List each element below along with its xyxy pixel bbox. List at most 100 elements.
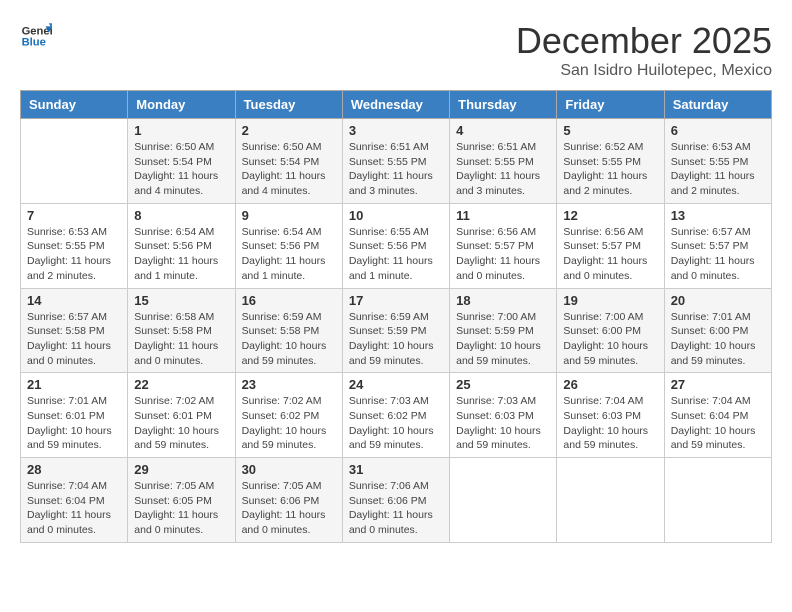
day-info: Sunrise: 7:02 AM Sunset: 6:01 PM Dayligh… [134, 394, 228, 453]
day-number: 1 [134, 123, 228, 138]
day-info: Sunrise: 6:54 AM Sunset: 5:56 PM Dayligh… [242, 225, 336, 284]
day-info: Sunrise: 7:03 AM Sunset: 6:02 PM Dayligh… [349, 394, 443, 453]
calendar-cell [557, 458, 664, 543]
day-info: Sunrise: 7:00 AM Sunset: 5:59 PM Dayligh… [456, 310, 550, 369]
day-number: 11 [456, 208, 550, 223]
day-number: 23 [242, 377, 336, 392]
day-info: Sunrise: 6:59 AM Sunset: 5:58 PM Dayligh… [242, 310, 336, 369]
day-info: Sunrise: 6:59 AM Sunset: 5:59 PM Dayligh… [349, 310, 443, 369]
day-info: Sunrise: 6:56 AM Sunset: 5:57 PM Dayligh… [456, 225, 550, 284]
title-area: December 2025 San Isidro Huilotepec, Mex… [516, 20, 772, 80]
calendar-cell: 20 Sunrise: 7:01 AM Sunset: 6:00 PM Dayli… [664, 288, 771, 373]
day-number: 16 [242, 293, 336, 308]
day-number: 8 [134, 208, 228, 223]
calendar-cell: 12 Sunrise: 6:56 AM Sunset: 5:57 PM Dayli… [557, 203, 664, 288]
calendar-cell: 19 Sunrise: 7:00 AM Sunset: 6:00 PM Dayli… [557, 288, 664, 373]
day-info: Sunrise: 7:01 AM Sunset: 6:01 PM Dayligh… [27, 394, 121, 453]
calendar-cell: 28Sunrise: 7:04 AM Sunset: 6:04 PM Dayli… [21, 458, 128, 543]
calendar-cell: 3 Sunrise: 6:51 AM Sunset: 5:55 PM Daylig… [342, 119, 449, 204]
day-info: Sunrise: 7:03 AM Sunset: 6:03 PM Dayligh… [456, 394, 550, 453]
day-info: Sunrise: 6:53 AM Sunset: 5:55 PM Dayligh… [671, 140, 765, 199]
svg-text:Blue: Blue [22, 37, 46, 49]
day-number: 28 [27, 462, 121, 477]
day-info: Sunrise: 6:51 AM Sunset: 5:55 PM Dayligh… [456, 140, 550, 199]
day-number: 29 [134, 462, 228, 477]
calendar-cell: 21 Sunrise: 7:01 AM Sunset: 6:01 PM Dayli… [21, 373, 128, 458]
day-number: 19 [563, 293, 657, 308]
day-number: 31 [349, 462, 443, 477]
day-number: 14 [27, 293, 121, 308]
day-info: Sunrise: 6:50 AM Sunset: 5:54 PM Dayligh… [242, 140, 336, 199]
calendar-cell: 2 Sunrise: 6:50 AM Sunset: 5:54 PM Daylig… [235, 119, 342, 204]
day-number: 2 [242, 123, 336, 138]
day-number: 20 [671, 293, 765, 308]
calendar-cell: 25 Sunrise: 7:03 AM Sunset: 6:03 PM Dayli… [450, 373, 557, 458]
day-number: 12 [563, 208, 657, 223]
day-info: Sunrise: 7:00 AM Sunset: 6:00 PM Dayligh… [563, 310, 657, 369]
calendar-cell: 7 Sunrise: 6:53 AM Sunset: 5:55 PM Daylig… [21, 203, 128, 288]
day-number: 3 [349, 123, 443, 138]
calendar-cell: 11 Sunrise: 6:56 AM Sunset: 5:57 PM Dayli… [450, 203, 557, 288]
day-number: 18 [456, 293, 550, 308]
day-number: 30 [242, 462, 336, 477]
location-title: San Isidro Huilotepec, Mexico [516, 62, 772, 80]
day-info: Sunrise: 7:04 AM Sunset: 6:03 PM Dayligh… [563, 394, 657, 453]
calendar-cell: 14 Sunrise: 6:57 AM Sunset: 5:58 PM Dayli… [21, 288, 128, 373]
day-info: Sunrise: 6:57 AM Sunset: 5:57 PM Dayligh… [671, 225, 765, 284]
calendar-cell: 8 Sunrise: 6:54 AM Sunset: 5:56 PM Daylig… [128, 203, 235, 288]
day-number: 25 [456, 377, 550, 392]
calendar-cell: 4Sunrise: 6:51 AM Sunset: 5:55 PM Daylig… [450, 119, 557, 204]
calendar-week-row: 21 Sunrise: 7:01 AM Sunset: 6:01 PM Dayli… [21, 373, 772, 458]
day-of-week-header: Thursday [450, 91, 557, 119]
day-number: 6 [671, 123, 765, 138]
calendar-cell: 10 Sunrise: 6:55 AM Sunset: 5:56 PM Dayli… [342, 203, 449, 288]
day-info: Sunrise: 7:01 AM Sunset: 6:00 PM Dayligh… [671, 310, 765, 369]
month-title: December 2025 [516, 20, 772, 62]
logo: General Blue [20, 20, 52, 52]
calendar-cell: 27Sunrise: 7:04 AM Sunset: 6:04 PM Dayli… [664, 373, 771, 458]
day-number: 15 [134, 293, 228, 308]
calendar-cell: 30 Sunrise: 7:05 AM Sunset: 6:06 PM Dayli… [235, 458, 342, 543]
day-of-week-header: Tuesday [235, 91, 342, 119]
calendar-cell: 31Sunrise: 7:06 AM Sunset: 6:06 PM Dayli… [342, 458, 449, 543]
day-of-week-header: Sunday [21, 91, 128, 119]
calendar-cell: 29 Sunrise: 7:05 AM Sunset: 6:05 PM Dayli… [128, 458, 235, 543]
calendar-cell: 17Sunrise: 6:59 AM Sunset: 5:59 PM Dayli… [342, 288, 449, 373]
day-number: 9 [242, 208, 336, 223]
day-info: Sunrise: 7:02 AM Sunset: 6:02 PM Dayligh… [242, 394, 336, 453]
day-number: 5 [563, 123, 657, 138]
day-info: Sunrise: 6:53 AM Sunset: 5:55 PM Dayligh… [27, 225, 121, 284]
day-info: Sunrise: 6:57 AM Sunset: 5:58 PM Dayligh… [27, 310, 121, 369]
day-number: 10 [349, 208, 443, 223]
day-number: 21 [27, 377, 121, 392]
day-number: 26 [563, 377, 657, 392]
logo-icon: General Blue [20, 20, 52, 52]
calendar-cell: 26 Sunrise: 7:04 AM Sunset: 6:03 PM Dayli… [557, 373, 664, 458]
calendar-cell: 18 Sunrise: 7:00 AM Sunset: 5:59 PM Dayli… [450, 288, 557, 373]
calendar-header-row: SundayMondayTuesdayWednesdayThursdayFrid… [21, 91, 772, 119]
day-info: Sunrise: 7:05 AM Sunset: 6:06 PM Dayligh… [242, 479, 336, 538]
day-of-week-header: Wednesday [342, 91, 449, 119]
calendar-cell: 1 Sunrise: 6:50 AM Sunset: 5:54 PM Daylig… [128, 119, 235, 204]
day-info: Sunrise: 6:55 AM Sunset: 5:56 PM Dayligh… [349, 225, 443, 284]
calendar-cell: 6 Sunrise: 6:53 AM Sunset: 5:55 PM Daylig… [664, 119, 771, 204]
calendar-table: SundayMondayTuesdayWednesdayThursdayFrid… [20, 90, 772, 543]
calendar-cell [664, 458, 771, 543]
calendar-week-row: 28Sunrise: 7:04 AM Sunset: 6:04 PM Dayli… [21, 458, 772, 543]
day-number: 7 [27, 208, 121, 223]
day-info: Sunrise: 6:50 AM Sunset: 5:54 PM Dayligh… [134, 140, 228, 199]
calendar-cell: 9 Sunrise: 6:54 AM Sunset: 5:56 PM Daylig… [235, 203, 342, 288]
calendar-cell: 5 Sunrise: 6:52 AM Sunset: 5:55 PM Daylig… [557, 119, 664, 204]
calendar-week-row: 14 Sunrise: 6:57 AM Sunset: 5:58 PM Dayli… [21, 288, 772, 373]
day-info: Sunrise: 7:05 AM Sunset: 6:05 PM Dayligh… [134, 479, 228, 538]
day-info: Sunrise: 6:51 AM Sunset: 5:55 PM Dayligh… [349, 140, 443, 199]
day-info: Sunrise: 6:54 AM Sunset: 5:56 PM Dayligh… [134, 225, 228, 284]
calendar-cell [450, 458, 557, 543]
day-info: Sunrise: 6:58 AM Sunset: 5:58 PM Dayligh… [134, 310, 228, 369]
day-info: Sunrise: 6:56 AM Sunset: 5:57 PM Dayligh… [563, 225, 657, 284]
calendar-cell: 24Sunrise: 7:03 AM Sunset: 6:02 PM Dayli… [342, 373, 449, 458]
day-of-week-header: Monday [128, 91, 235, 119]
day-of-week-header: Friday [557, 91, 664, 119]
calendar-cell: 13Sunrise: 6:57 AM Sunset: 5:57 PM Dayli… [664, 203, 771, 288]
day-info: Sunrise: 6:52 AM Sunset: 5:55 PM Dayligh… [563, 140, 657, 199]
